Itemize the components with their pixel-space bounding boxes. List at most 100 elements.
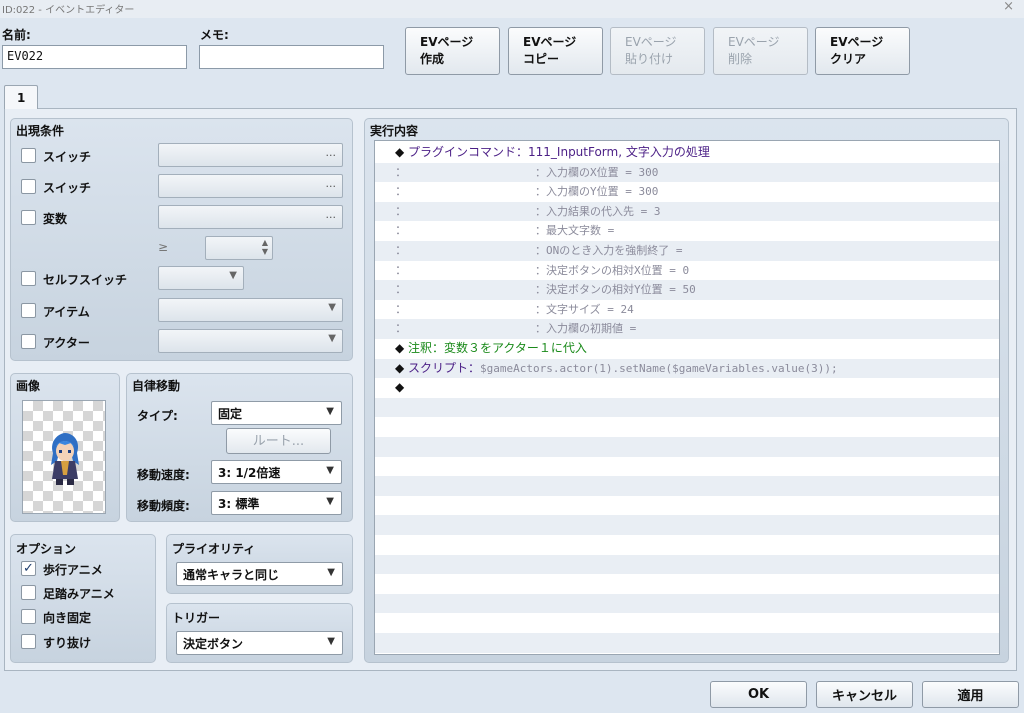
actor-checkbox[interactable]	[21, 334, 36, 349]
item-checkbox[interactable]	[21, 303, 36, 318]
name-field[interactable]: EV022	[2, 45, 187, 69]
ev-page-paste-label2: 貼り付け	[625, 52, 674, 66]
priority-dropdown[interactable]: 通常キャラと同じ ▼	[176, 562, 343, 586]
autonomous-title: 自律移動	[132, 379, 181, 393]
empty-row[interactable]	[375, 554, 999, 575]
priority-panel: プライオリティ 通常キャラと同じ ▼	[166, 534, 353, 594]
command-marker: ：	[395, 301, 408, 316]
actor-select[interactable]: ▼	[158, 329, 343, 353]
switch2-select[interactable]: ...	[158, 174, 343, 198]
command-marker: ：	[395, 282, 408, 297]
command-row[interactable]: ◆ プラグインコマンド：111_InputForm, 文字入力の処理	[375, 143, 999, 163]
empty-row[interactable]	[375, 535, 999, 555]
trigger-value: 決定ボタン	[183, 637, 244, 651]
route-button[interactable]: ルート...	[226, 428, 331, 454]
ev-page-create-button[interactable]: EVページ 作成	[405, 27, 500, 75]
ge-symbol: ≥	[158, 240, 169, 254]
stepping-anime-checkbox[interactable]	[21, 585, 36, 600]
type-value: 固定	[218, 407, 243, 421]
apply-button[interactable]: 適用	[922, 681, 1019, 708]
command-text: $gameActors.actor(1).setName($gameVariab…	[480, 361, 838, 375]
ev-page-copy-button[interactable]: EVページ コピー	[508, 27, 603, 75]
empty-row[interactable]	[375, 574, 999, 594]
empty-row[interactable]	[375, 397, 999, 418]
command-marker: ：	[395, 223, 408, 238]
chevron-down-icon: ▼	[327, 567, 335, 578]
through-label: すり抜け	[43, 636, 92, 650]
switch2-label: スイッチ	[43, 181, 92, 195]
command-text: 変数３をアクター１に代入	[444, 341, 587, 355]
empty-row[interactable]	[375, 457, 999, 477]
empty-row[interactable]	[375, 633, 999, 653]
command-row[interactable]: ： ：文字サイズ = 24	[375, 300, 999, 320]
command-prefix: 注釈：	[408, 341, 445, 355]
command-marker: ◆	[395, 360, 405, 375]
cancel-button[interactable]: キャンセル	[816, 681, 913, 708]
freq-value: 3: 標準	[218, 497, 260, 511]
spinner-arrows-icon[interactable]: ▲ ▼	[262, 238, 268, 256]
ok-button[interactable]: OK	[710, 681, 807, 708]
chevron-down-icon: ▼	[326, 406, 334, 417]
options-panel: オプション ✓ 歩行アニメ 足踏みアニメ 向き固定 すり抜け	[10, 534, 156, 663]
self-switch-checkbox[interactable]	[21, 271, 36, 286]
ev-page-paste-button[interactable]: EVページ 貼り付け	[610, 27, 705, 75]
ev-page-delete-button[interactable]: EVページ 削除	[713, 27, 808, 75]
event-command-list[interactable]: ◆ プラグインコマンド：111_InputForm, 文字入力の処理：：入力欄のX…	[374, 140, 1000, 655]
memo-field[interactable]	[199, 45, 384, 69]
ev-page-create-label2: 作成	[420, 52, 445, 66]
title-bar: ID:022 - イベントエディター ×	[0, 0, 1024, 18]
direction-fix-checkbox[interactable]	[21, 609, 36, 624]
priority-value: 通常キャラと同じ	[183, 568, 280, 582]
empty-row[interactable]	[375, 515, 999, 535]
walking-anime-checkbox[interactable]: ✓	[21, 561, 36, 576]
ev-page-clear-label1: EVページ	[830, 35, 884, 49]
command-row[interactable]: ： ：決定ボタンの相対Y位置 = 50	[375, 280, 999, 300]
switch1-select[interactable]: ...	[158, 143, 343, 167]
empty-row[interactable]	[375, 437, 999, 457]
ev-page-paste-label1: EVページ	[625, 35, 677, 49]
ev-page-create-label1: EVページ	[420, 35, 474, 49]
priority-title: プライオリティ	[172, 542, 256, 556]
walking-anime-label: 歩行アニメ	[43, 563, 103, 577]
command-row[interactable]: ： ：入力欄の初期値 =	[375, 319, 999, 339]
switch1-ellipsis: ...	[325, 146, 337, 159]
command-row[interactable]: ： ：入力欄のY位置 = 300	[375, 182, 999, 202]
through-checkbox[interactable]	[21, 634, 36, 649]
type-dropdown[interactable]: 固定 ▼	[211, 401, 342, 425]
command-row[interactable]: ： ：最大文字数 =	[375, 221, 999, 241]
variable-value-spinner[interactable]: ▲ ▼	[205, 236, 273, 260]
empty-row[interactable]	[375, 496, 999, 516]
empty-row[interactable]	[375, 417, 999, 437]
character-image[interactable]	[22, 400, 106, 514]
command-row[interactable]: ◆ 注釈：変数３をアクター１に代入	[375, 339, 999, 359]
tab-page-1[interactable]: 1	[4, 85, 38, 109]
item-select[interactable]: ▼	[158, 298, 343, 322]
switch1-label: スイッチ	[43, 150, 92, 164]
switch2-checkbox[interactable]	[21, 179, 36, 194]
command-row[interactable]: ： ：決定ボタンの相対X位置 = 0	[375, 261, 999, 281]
command-row[interactable]: ： ：入力結果の代入先 = 3	[375, 201, 999, 222]
empty-row[interactable]	[375, 613, 999, 633]
actor-label: アクター	[43, 336, 90, 350]
trigger-panel: トリガー 決定ボタン ▼	[166, 603, 353, 663]
type-label: タイプ:	[137, 409, 178, 423]
empty-row[interactable]	[375, 476, 999, 496]
trigger-dropdown[interactable]: 決定ボタン ▼	[176, 631, 343, 655]
command-row[interactable]: ◆ スクリプト：$gameActors.actor(1).setName($gam…	[375, 358, 999, 379]
close-icon[interactable]: ×	[1003, 0, 1014, 14]
command-row[interactable]: ◆	[375, 378, 999, 398]
variable-select[interactable]: ...	[158, 205, 343, 229]
command-row[interactable]: ： ：ONのとき入力を強制終了 =	[375, 241, 999, 261]
freq-label: 移動頻度:	[137, 499, 190, 513]
ev-page-clear-button[interactable]: EVページ クリア	[815, 27, 910, 75]
speed-dropdown[interactable]: 3: 1/2倍速 ▼	[211, 460, 342, 484]
command-row[interactable]: ： ：入力欄のX位置 = 300	[375, 162, 999, 183]
variable-checkbox[interactable]	[21, 210, 36, 225]
self-switch-select[interactable]: ▼	[158, 266, 244, 290]
command-text: ：入力欄のX位置 = 300	[535, 165, 659, 179]
command-prefix: スクリプト：	[408, 360, 481, 375]
switch1-checkbox[interactable]	[21, 148, 36, 163]
freq-dropdown[interactable]: 3: 標準 ▼	[211, 491, 342, 515]
empty-row[interactable]	[375, 593, 999, 614]
command-marker: ：	[395, 203, 408, 218]
